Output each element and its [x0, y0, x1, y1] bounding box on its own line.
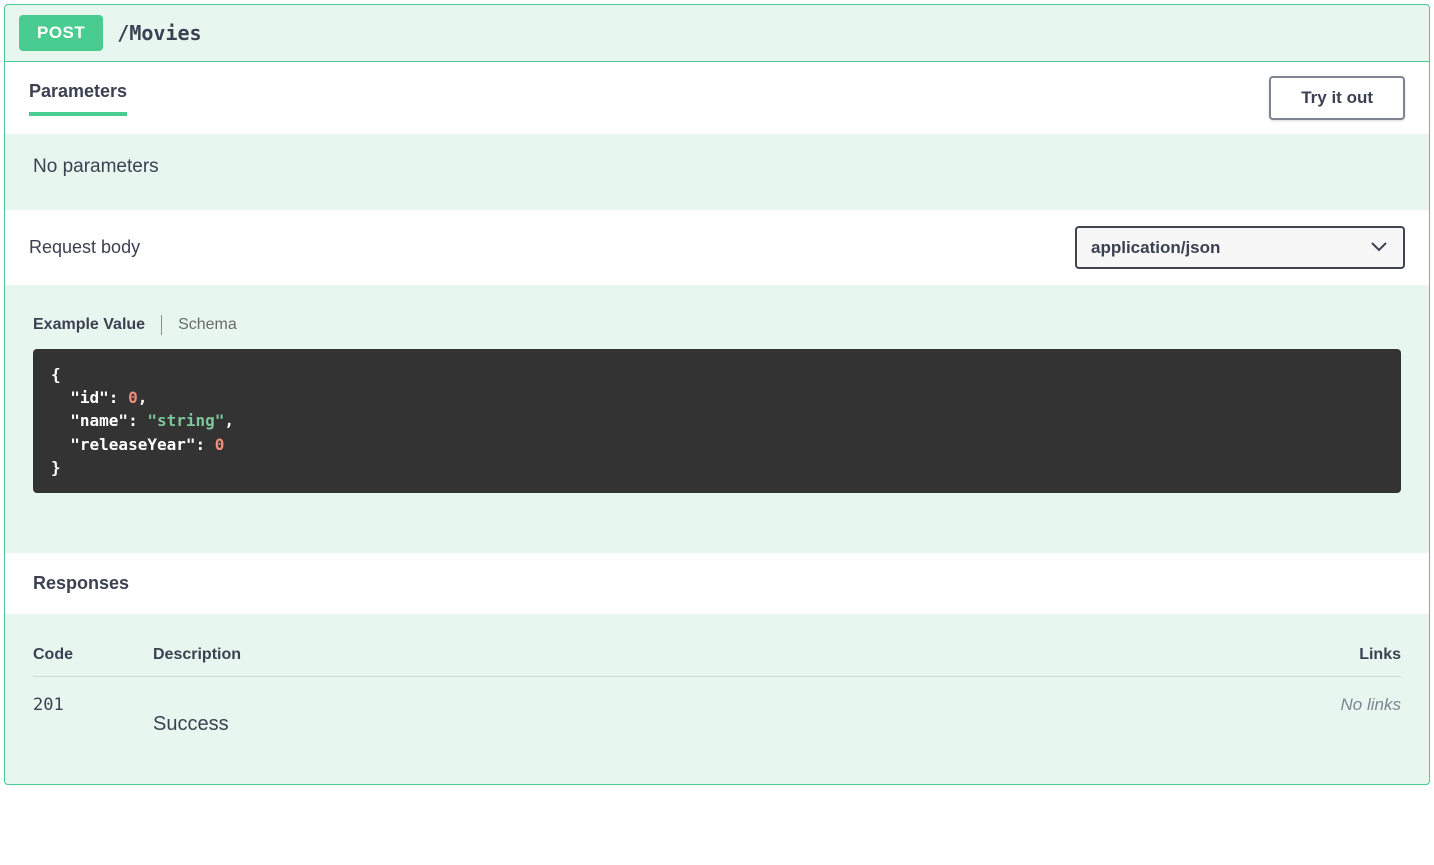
request-body-label: Request body	[29, 237, 140, 258]
content-type-select-wrap: application/json	[1075, 226, 1405, 269]
tab-schema[interactable]: Schema	[178, 316, 237, 334]
request-body-bar: Request body application/json	[5, 210, 1429, 285]
responses-label: Responses	[33, 573, 129, 593]
tab-example-value[interactable]: Example Value	[33, 316, 145, 334]
operation-panel: POST /Movies Parameters Try it out No pa…	[4, 4, 1430, 785]
request-body-area: Example Value Schema { "id": 0, "name": …	[5, 285, 1429, 553]
try-it-out-button[interactable]: Try it out	[1269, 76, 1405, 120]
operation-header[interactable]: POST /Movies	[5, 5, 1429, 61]
example-code-block[interactable]: { "id": 0, "name": "string", "releaseYea…	[33, 349, 1401, 493]
responses-bar: Responses	[5, 553, 1429, 614]
no-parameters-message: No parameters	[5, 134, 1429, 210]
col-header-links: Links	[1281, 646, 1401, 664]
col-header-description: Description	[153, 646, 1281, 664]
response-links: No links	[1341, 695, 1401, 714]
responses-table: Code Description Links 201 Success No li…	[5, 614, 1429, 784]
response-description: Success	[153, 713, 1281, 736]
response-code: 201	[33, 695, 64, 715]
parameters-section-bar: Parameters Try it out	[5, 61, 1429, 134]
endpoint-path: /Movies	[117, 21, 201, 45]
tab-divider	[161, 315, 162, 335]
body-tabs: Example Value Schema	[33, 315, 1401, 335]
tab-parameters[interactable]: Parameters	[29, 81, 127, 116]
responses-header-row: Code Description Links	[33, 634, 1401, 677]
table-row: 201 Success No links	[33, 677, 1401, 744]
method-badge: POST	[19, 15, 103, 51]
col-header-code: Code	[33, 646, 153, 664]
content-type-select[interactable]: application/json	[1075, 226, 1405, 269]
